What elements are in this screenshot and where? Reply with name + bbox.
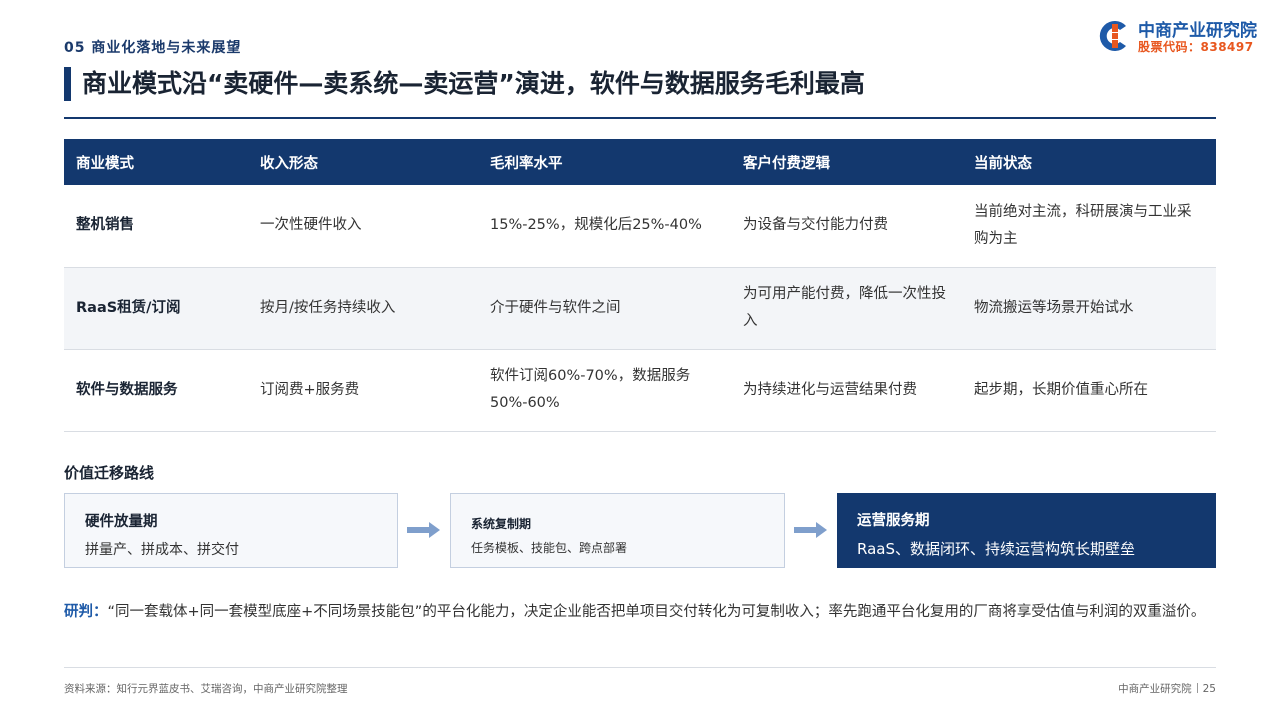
stage-system: 系统复制期 任务模板、技能包、跨点部署 [450, 493, 785, 568]
table-row: RaaS租赁/订阅 按月/按任务持续收入 介于硬件与软件之间 为可用产能付费，降… [64, 267, 1216, 350]
table-cell: 介于硬件与软件之间 [478, 267, 731, 350]
stage-hardware: 硬件放量期 拼量产、拼成本、拼交付 [64, 493, 398, 568]
value-path-title: 价值迁移路线 [64, 464, 155, 482]
page-title: 商业模式沿“卖硬件—卖系统—卖运营”演进，软件与数据服务毛利最高 [82, 69, 865, 98]
table-cell: 15%-25%，规模化后25%-40% [478, 185, 731, 268]
stage-name: 系统复制期 [471, 517, 532, 531]
arrow-right-icon [794, 522, 827, 538]
table-header-cell: 毛利率水平 [478, 139, 731, 185]
table-cell: 软件订阅60%-70%，数据服务50%-60% [478, 349, 731, 432]
footer-separator [1196, 683, 1198, 693]
table-cell: 整机销售 [64, 185, 248, 268]
table-cell: 为持续进化与运营结果付费 [731, 349, 962, 432]
table-cell: 当前绝对主流，科研展演与工业采购为主 [962, 185, 1216, 268]
table-header-cell: 当前状态 [962, 139, 1216, 185]
footer-source: 资料来源：知行元界蓝皮书、艾瑞咨询，中商产业研究院整理 [64, 683, 348, 695]
title-accent-bar [64, 67, 71, 101]
company-logo: 中商产业研究院 股票代码：838497 [1096, 16, 1276, 56]
business-model-table: 商业模式 收入形态 毛利率水平 客户付费逻辑 当前状态 整机销售 一次性硬件收入… [64, 139, 1216, 432]
table-cell: 软件与数据服务 [64, 349, 248, 432]
table-header-cell: 收入形态 [248, 139, 478, 185]
logo-stock-code: 股票代码：838497 [1138, 40, 1254, 54]
table-header-cell: 商业模式 [64, 139, 248, 185]
table-row: 软件与数据服务 订阅费+服务费 软件订阅60%-70%，数据服务50%-60% … [64, 349, 1216, 432]
logo-mark-icon [1099, 21, 1126, 51]
table-cell: RaaS租赁/订阅 [64, 267, 248, 350]
stage-name: 硬件放量期 [85, 514, 158, 530]
title-divider [64, 117, 1216, 119]
footer-org-page: 中商产业研究院 25 [1118, 681, 1216, 696]
section-label: 05 商业化落地与未来展望 [64, 40, 242, 56]
table-header-cell: 客户付费逻辑 [731, 139, 962, 185]
page-number: 25 [1202, 683, 1216, 695]
table-cell: 物流搬运等场景开始试水 [962, 267, 1216, 350]
stage-desc: 任务模板、技能包、跨点部署 [471, 541, 628, 555]
judgement-text: “同一套载体+同一套模型底座+不同场景技能包”的平台化能力，决定企业能否把单项目… [107, 604, 1206, 620]
footer-org: 中商产业研究院 [1118, 683, 1192, 695]
table-row: 整机销售 一次性硬件收入 15%-25%，规模化后25%-40% 为设备与交付能… [64, 185, 1216, 268]
stage-desc: RaaS、数据闭环、持续运营构筑长期壁垒 [857, 540, 1135, 558]
table-cell: 一次性硬件收入 [248, 185, 478, 268]
judgement-label: 研判： [64, 604, 108, 620]
table-cell: 为设备与交付能力付费 [731, 185, 962, 268]
table-cell: 起步期，长期价值重心所在 [962, 349, 1216, 432]
arrow-right-icon [407, 522, 440, 538]
table-cell: 订阅费+服务费 [248, 349, 478, 432]
stage-name: 运营服务期 [857, 513, 930, 529]
footer-divider [64, 667, 1216, 668]
table-cell: 按月/按任务持续收入 [248, 267, 478, 350]
table-cell: 为可用产能付费，降低一次性投入 [731, 267, 962, 350]
table-header-row: 商业模式 收入形态 毛利率水平 客户付费逻辑 当前状态 [64, 139, 1216, 185]
judgement-paragraph: 研判：“同一套载体+同一套模型底座+不同场景技能包”的平台化能力，决定企业能否把… [64, 598, 1216, 626]
stage-operation: 运营服务期 RaaS、数据闭环、持续运营构筑长期壁垒 [837, 493, 1216, 568]
stage-desc: 拼量产、拼成本、拼交付 [85, 542, 239, 558]
